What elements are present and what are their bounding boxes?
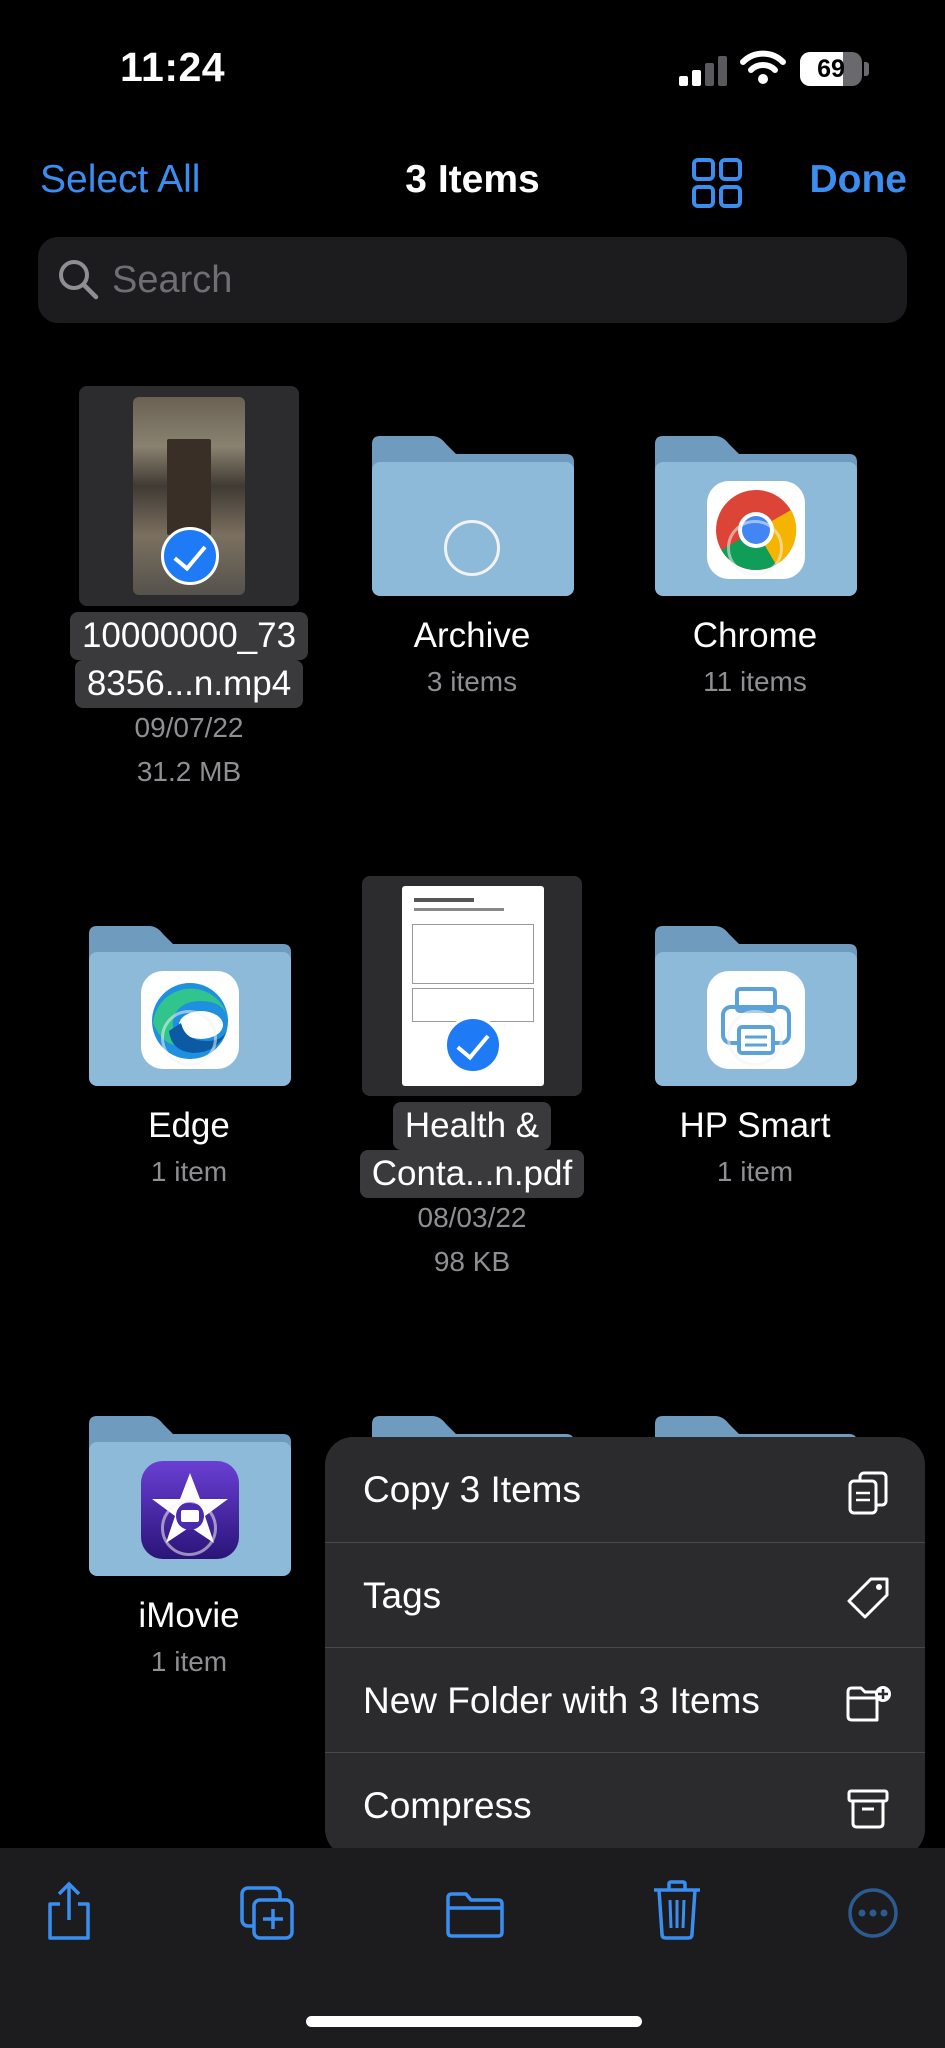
page-title: 3 Items (405, 158, 540, 201)
file-date: 09/07/22 (134, 712, 244, 743)
menu-item-label: Copy 3 Items (363, 1469, 581, 1510)
selected-checkmark-icon (444, 1016, 502, 1074)
folder-name: Archive (413, 616, 531, 655)
move-folder-icon[interactable] (444, 1890, 506, 1940)
home-indicator[interactable] (306, 2016, 642, 2027)
menu-item-copy[interactable]: Copy 3 Items (325, 1437, 925, 1542)
folder-item-imovie[interactable]: iMovie 1 item (49, 1416, 329, 1677)
file-size: 98 KB (433, 1246, 511, 1277)
copy-icon (848, 1471, 888, 1515)
unselected-circle-icon (727, 520, 783, 576)
archive-box-icon (847, 1789, 889, 1829)
unselected-circle-icon (444, 520, 500, 576)
file-name-line1: 10000000_73 (69, 612, 309, 660)
context-menu: Copy 3 Items Tags New Folder with 3 Item… (325, 1437, 925, 1857)
status-bar: 11:24 69 (0, 0, 945, 120)
battery-percent: 69 (817, 55, 845, 83)
done-button[interactable]: Done (810, 158, 908, 202)
menu-item-tags[interactable]: Tags (325, 1542, 925, 1647)
status-time: 11:24 (120, 44, 226, 90)
folder-count: 3 items (426, 666, 518, 697)
file-item-pdf[interactable]: Health & Conta...n.pdf 08/03/22 98 KB (332, 876, 612, 1286)
folder-name: HP Smart (679, 1106, 831, 1145)
folder-item-edge[interactable]: Edge 1 item (49, 926, 329, 1187)
menu-item-compress[interactable]: Compress (325, 1752, 925, 1857)
file-size: 31.2 MB (136, 756, 242, 787)
cellular-signal-icon (679, 56, 727, 86)
tag-icon (847, 1577, 889, 1619)
file-name-line2: 8356...n.mp4 (74, 660, 304, 708)
folder-count: 11 items (703, 666, 807, 697)
more-icon[interactable] (846, 1886, 900, 1940)
folder-item-archive[interactable]: Archive 3 items (332, 436, 612, 697)
folder-count: 1 item (716, 1156, 794, 1187)
menu-item-label: Tags (363, 1575, 442, 1616)
file-name-line1: Health & (392, 1102, 552, 1150)
battery-icon: 69 (800, 52, 862, 86)
share-icon[interactable] (42, 1880, 96, 1944)
file-item-video[interactable]: 10000000_73 8356...n.mp4 09/07/22 31.2 M… (49, 386, 329, 796)
menu-item-label: New Folder with 3 Items (363, 1680, 760, 1721)
search-bar[interactable] (38, 237, 907, 323)
search-icon (59, 260, 99, 300)
file-date: 08/03/22 (417, 1202, 527, 1233)
trash-icon[interactable] (650, 1878, 704, 1942)
grid-view-icon[interactable] (692, 158, 742, 208)
selected-checkmark-icon (161, 527, 219, 585)
search-input[interactable] (112, 237, 872, 323)
folder-name: Chrome (692, 616, 818, 655)
unselected-circle-icon (161, 1010, 217, 1066)
unselected-circle-icon (161, 1500, 217, 1556)
menu-item-new-folder[interactable]: New Folder with 3 Items (325, 1647, 925, 1752)
menu-item-label: Compress (363, 1785, 532, 1826)
unselected-circle-icon (727, 1010, 783, 1066)
folder-item-hp-smart[interactable]: HP Smart 1 item (615, 926, 895, 1187)
folder-item-chrome[interactable]: Chrome 11 items (615, 436, 895, 697)
new-folder-icon (846, 1686, 891, 1722)
folder-count: 1 item (150, 1646, 228, 1677)
folder-count: 1 item (150, 1156, 228, 1187)
folder-name: Edge (148, 1106, 230, 1145)
wifi-icon (740, 50, 786, 84)
file-name-line2: Conta...n.pdf (359, 1150, 585, 1198)
duplicate-icon[interactable] (238, 1884, 298, 1944)
folder-name: iMovie (138, 1596, 240, 1635)
